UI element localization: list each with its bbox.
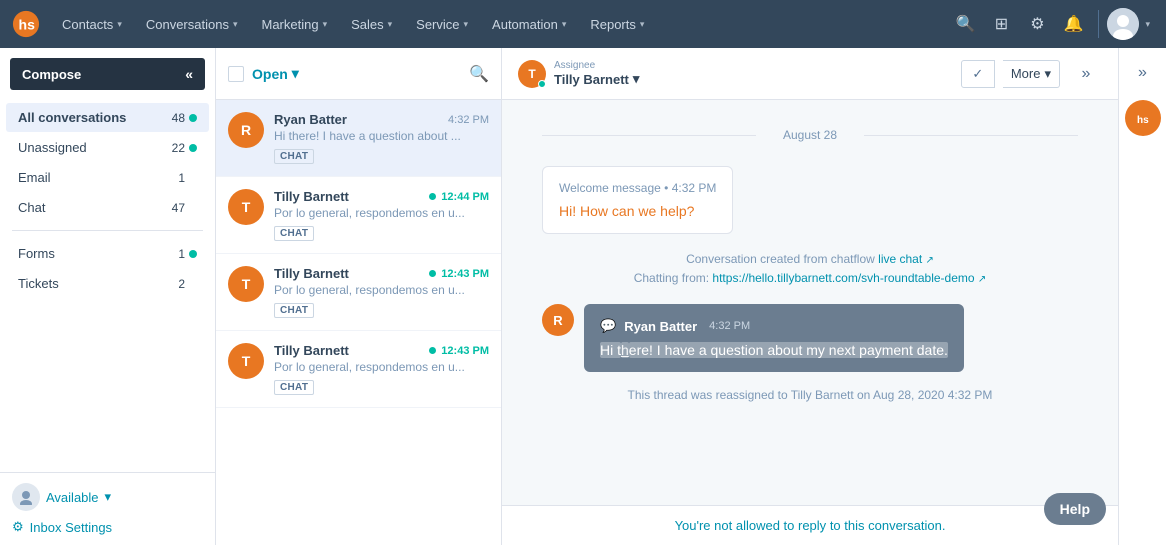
sidebar-item-email[interactable]: Email 1 [6,163,209,192]
collapse-panel-button[interactable]: » [1070,58,1102,90]
conversation-list: Open ▾ 🔍 R Ryan Batter 4:32 PM Hi there!… [216,48,502,545]
account-chevron[interactable]: ▾ [1141,15,1154,34]
svg-text:hs: hs [19,17,36,33]
chevron-down-icon: ▾ [1044,66,1051,82]
select-all-checkbox[interactable] [228,66,244,82]
nav-contacts[interactable]: Contacts ▾ [52,11,132,38]
open-filter-button[interactable]: Open ▾ [252,65,299,82]
avatar: T [228,189,264,225]
chevron-down-icon: ▾ [562,19,567,30]
conversation-item[interactable]: R Ryan Batter 4:32 PM Hi there! I have a… [216,100,501,177]
avatar: T [228,266,264,302]
nav-divider [1098,10,1099,38]
hubspot-logo[interactable]: hs [12,10,40,38]
header-actions: ✓ More ▾ [961,60,1060,88]
sidebar-item-unassigned[interactable]: Unassigned 22 [6,133,209,162]
top-nav: hs Contacts ▾ Conversations ▾ Marketing … [0,0,1166,48]
inbox-settings-link[interactable]: ⚙ Inbox Settings [12,519,203,535]
chat-footer: You're not allowed to reply to this conv… [502,505,1118,545]
search-icon[interactable]: 🔍 [469,64,489,84]
nav-automation[interactable]: Automation ▾ [482,11,576,38]
chatflow-info: Conversation created from chatflow live … [542,250,1078,288]
app-body: Compose « All conversations 48 Unassigne… [0,48,1166,545]
avatar-placeholder [12,483,40,511]
sidebar-nav: All conversations 48 Unassigned 22 Email… [0,96,215,472]
chevron-down-icon: ▾ [233,19,238,30]
user-avatar[interactable] [1107,8,1139,40]
unread-dot [189,114,197,122]
assignee-name[interactable]: Tilly Barnett ▾ [554,71,639,87]
chevron-down-icon: ▾ [388,19,393,30]
conversation-item[interactable]: T Tilly Barnett 12:43 PM Por lo general,… [216,331,501,408]
assignee-area: T Assignee Tilly Barnett ▾ [518,60,951,88]
notifications-icon[interactable]: 🔔 [1056,7,1090,41]
left-sidebar: Compose « All conversations 48 Unassigne… [0,48,216,545]
online-dot [429,270,436,277]
assignee-avatar: T [518,60,546,88]
sidebar-separator [12,230,203,231]
avatar: R [228,112,264,148]
nav-conversations[interactable]: Conversations ▾ [136,11,248,38]
sidebar-item-tickets[interactable]: Tickets 2 [6,269,209,298]
marketplace-icon[interactable]: ⊞ [984,7,1018,41]
reassign-note: This thread was reassigned to Tilly Barn… [542,388,1078,402]
unread-dot [189,250,197,258]
incoming-message: 💬 Ryan Batter 4:32 PM Hi there! I have a… [584,304,964,372]
unread-dot [189,144,197,152]
settings-icon: ⚙ [12,519,24,535]
chat-main: T Assignee Tilly Barnett ▾ ✓ More ▾ [502,48,1118,545]
incoming-message-wrapper: R 💬 Ryan Batter 4:32 PM Hi there! I have… [542,304,1078,372]
date-divider: August 28 [542,128,1078,142]
chevron-down-icon: ▾ [640,19,645,30]
more-button[interactable]: More ▾ [1003,60,1060,88]
chevron-down-icon: ▾ [323,19,328,30]
online-dot [429,193,436,200]
conv-list-header: Open ▾ 🔍 [216,48,501,100]
sidebar-footer: Available ▾ ⚙ Inbox Settings [0,472,215,545]
check-button[interactable]: ✓ [961,60,995,88]
online-indicator [538,80,546,88]
hubspot-icon[interactable]: hs [1125,100,1161,136]
compose-button[interactable]: Compose « [10,58,205,90]
chevron-down-icon: ▾ [117,19,122,30]
sender-avatar: R [542,304,574,336]
sidebar-item-chat[interactable]: Chat 47 [6,193,209,222]
welcome-message: Welcome message • 4:32 PM Hi! How can we… [542,166,733,234]
live-chat-link[interactable]: live chat ↗ [878,252,934,266]
available-status-button[interactable]: Available ▾ [12,483,203,511]
nav-reports[interactable]: Reports ▾ [580,11,654,38]
sidebar-item-all-conversations[interactable]: All conversations 48 [6,103,209,132]
nav-service[interactable]: Service ▾ [406,11,478,38]
chevron-down-icon: ▾ [105,489,112,505]
chat-icon: 💬 [600,318,616,334]
sidebar-item-forms[interactable]: Forms 1 [6,239,209,268]
collapse-icon: « [185,66,193,82]
right-panel: » hs [1118,48,1166,545]
chat-messages: August 28 Welcome message • 4:32 PM Hi! … [502,100,1118,505]
svg-text:hs: hs [1137,115,1149,126]
conversation-item[interactable]: T Tilly Barnett 12:43 PM Por lo general,… [216,254,501,331]
collapse-right-panel-button[interactable]: » [1132,58,1153,88]
chevron-down-icon: ▾ [464,19,469,30]
nav-sales[interactable]: Sales ▾ [341,11,402,38]
avatar: T [228,343,264,379]
external-link-icon: ↗ [926,255,934,266]
chat-header: T Assignee Tilly Barnett ▾ ✓ More ▾ [502,48,1118,100]
conversation-items: R Ryan Batter 4:32 PM Hi there! I have a… [216,100,501,545]
search-icon[interactable]: 🔍 [948,7,982,41]
conversation-item[interactable]: T Tilly Barnett 12:44 PM Por lo general,… [216,177,501,254]
chevron-down-icon: ▾ [633,71,640,87]
chevron-down-icon: ▾ [292,65,299,82]
nav-icons: 🔍 ⊞ ⚙ 🔔 ▾ [948,7,1154,41]
help-button[interactable]: Help [1044,493,1106,525]
chatflow-url-link[interactable]: https://hello.tillybarnett.com/svh-round… [712,271,986,285]
settings-icon[interactable]: ⚙ [1020,7,1054,41]
nav-marketing[interactable]: Marketing ▾ [251,11,337,38]
chevron-down-icon: ▾ [1145,19,1150,30]
external-link-icon: ↗ [978,274,986,285]
online-dot [429,347,436,354]
